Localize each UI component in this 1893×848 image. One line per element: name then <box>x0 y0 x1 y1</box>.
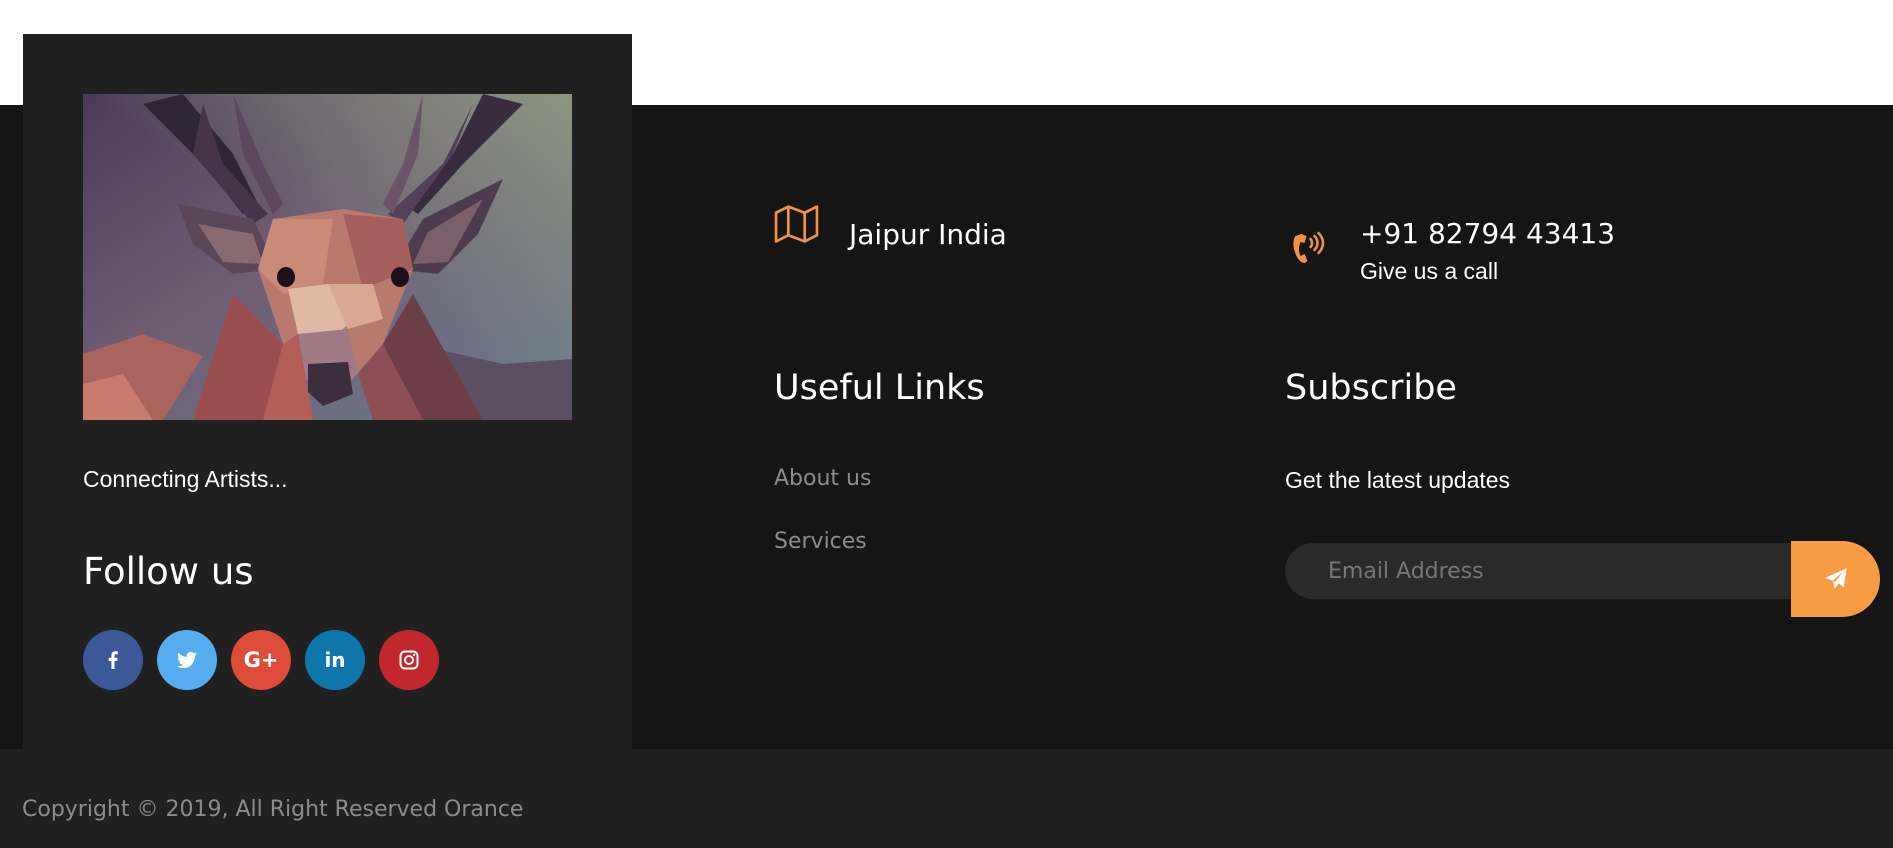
social-links: G+ in <box>83 630 439 690</box>
subscribe-heading: Subscribe <box>1285 368 1457 408</box>
contact-location: Jaipur India <box>774 204 1007 249</box>
subscribe-send-button[interactable] <box>1791 541 1880 617</box>
deer-artwork-image <box>83 94 572 420</box>
useful-links-heading: Useful Links <box>774 368 985 408</box>
google-plus-button[interactable]: G+ <box>231 630 291 690</box>
link-services[interactable]: Services <box>774 529 867 554</box>
phone-icon <box>1285 226 1330 266</box>
link-about-us[interactable]: About us <box>774 466 871 491</box>
about-card: Connecting Artists... Follow us G+ in <box>23 34 632 749</box>
map-icon <box>774 204 819 244</box>
email-input[interactable] <box>1285 543 1810 599</box>
instagram-icon <box>399 650 419 670</box>
facebook-button[interactable] <box>83 630 143 690</box>
twitter-button[interactable] <box>157 630 217 690</box>
follow-us-heading: Follow us <box>83 550 254 593</box>
tagline: Connecting Artists... <box>83 466 288 492</box>
contact-phone: +91 82794 43413 Give us a call <box>1285 220 1615 285</box>
subscribe-form <box>1285 541 1880 617</box>
subscribe-text: Get the latest updates <box>1285 467 1511 493</box>
instagram-button[interactable] <box>379 630 439 690</box>
location-title: Jaipur India <box>849 218 1007 251</box>
facebook-icon <box>108 651 118 669</box>
linkedin-button[interactable]: in <box>305 630 365 690</box>
google-plus-icon: G+ <box>243 648 279 672</box>
phone-number[interactable]: +91 82794 43413 <box>1360 220 1615 248</box>
copyright-text: Copyright © 2019, All Right Reserved Ora… <box>22 797 524 822</box>
paper-plane-icon <box>1824 568 1847 589</box>
phone-subtitle: Give us a call <box>1360 258 1499 284</box>
linkedin-icon: in <box>324 648 346 672</box>
twitter-icon <box>177 651 197 669</box>
